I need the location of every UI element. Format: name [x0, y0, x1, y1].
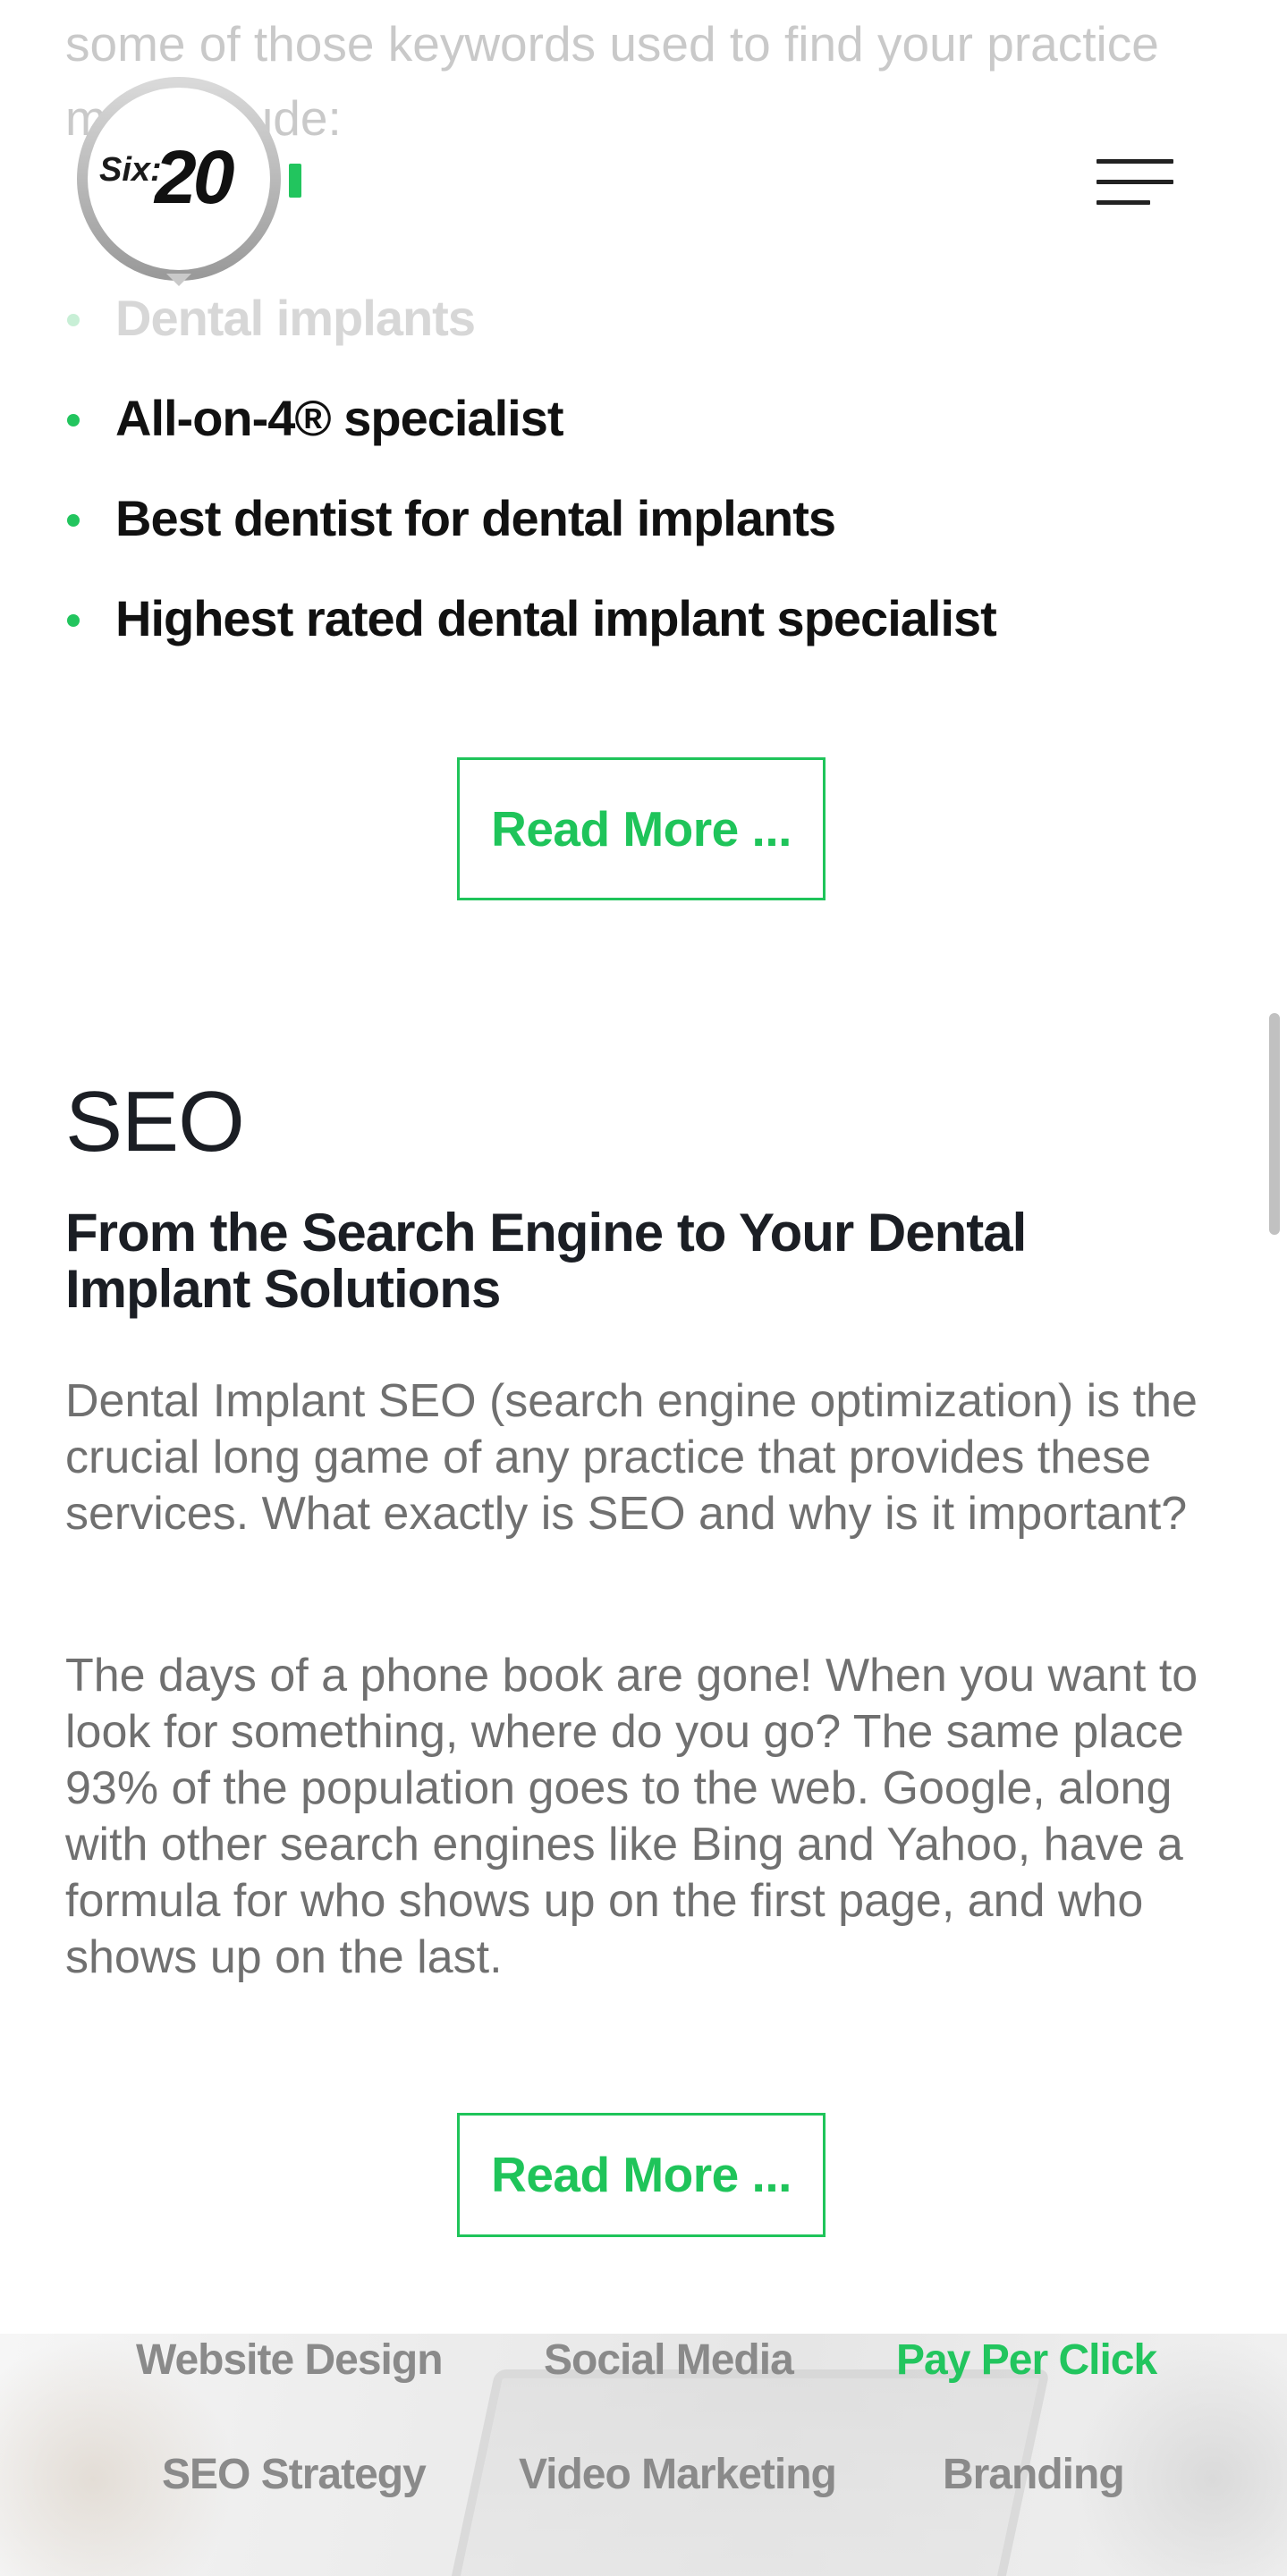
read-more-button[interactable]: Read More ... — [457, 757, 826, 900]
seo-paragraph-2: The days of a phone book are gone! When … — [65, 1650, 1198, 1983]
services-nav: Website Design Social Media Pay Per Clic… — [0, 2334, 1287, 2576]
list-item: Best dentist for dental implants — [65, 469, 1228, 569]
svg-text:Six:: Six: — [99, 151, 162, 189]
section-title: SEO — [65, 1074, 245, 1170]
list-item: All-on-4® specialist — [65, 368, 1228, 469]
list-item-label: Best dentist for dental implants — [115, 490, 836, 546]
list-item-label: Dental implants — [115, 290, 476, 346]
service-link-seo-strategy[interactable]: SEO Strategy — [162, 2450, 427, 2499]
service-link-pay-per-click[interactable]: Pay Per Click — [896, 2335, 1157, 2385]
service-link-branding[interactable]: Branding — [943, 2450, 1125, 2499]
menu-line-icon — [1096, 180, 1173, 184]
read-more-button[interactable]: Read More ... — [457, 2113, 826, 2237]
bullet-icon — [67, 514, 80, 527]
seo-paragraph-1: Dental Implant SEO (search engine optimi… — [65, 1375, 1198, 1540]
bullet-icon — [67, 614, 80, 627]
svg-text:20: 20 — [153, 135, 234, 219]
service-link-social-media[interactable]: Social Media — [544, 2335, 794, 2385]
service-link-website-design[interactable]: Website Design — [136, 2335, 444, 2385]
list-item: Highest rated dental implant specialist — [65, 569, 1228, 669]
list-item-label: All-on-4® specialist — [115, 390, 563, 446]
menu-line-icon — [1096, 159, 1173, 164]
bullet-icon — [67, 414, 80, 427]
menu-line-icon — [1096, 200, 1150, 205]
section-subtitle: From the Search Engine to Your Dental Im… — [65, 1203, 1027, 1319]
keywords-list: Dental implants All-on-4® specialist Bes… — [65, 268, 1228, 669]
list-item-label: Highest rated dental implant specialist — [115, 590, 997, 646]
service-link-video-marketing[interactable]: Video Marketing — [519, 2450, 837, 2499]
site-logo[interactable]: Six: 20 — [70, 73, 311, 288]
hamburger-menu-button[interactable] — [1096, 159, 1173, 209]
scrollbar-thumb[interactable] — [1269, 1013, 1280, 1235]
six20-logo-icon: Six: 20 — [77, 77, 301, 286]
bullet-icon — [67, 314, 80, 326]
page: some of those keywords used to find your… — [0, 0, 1287, 2576]
